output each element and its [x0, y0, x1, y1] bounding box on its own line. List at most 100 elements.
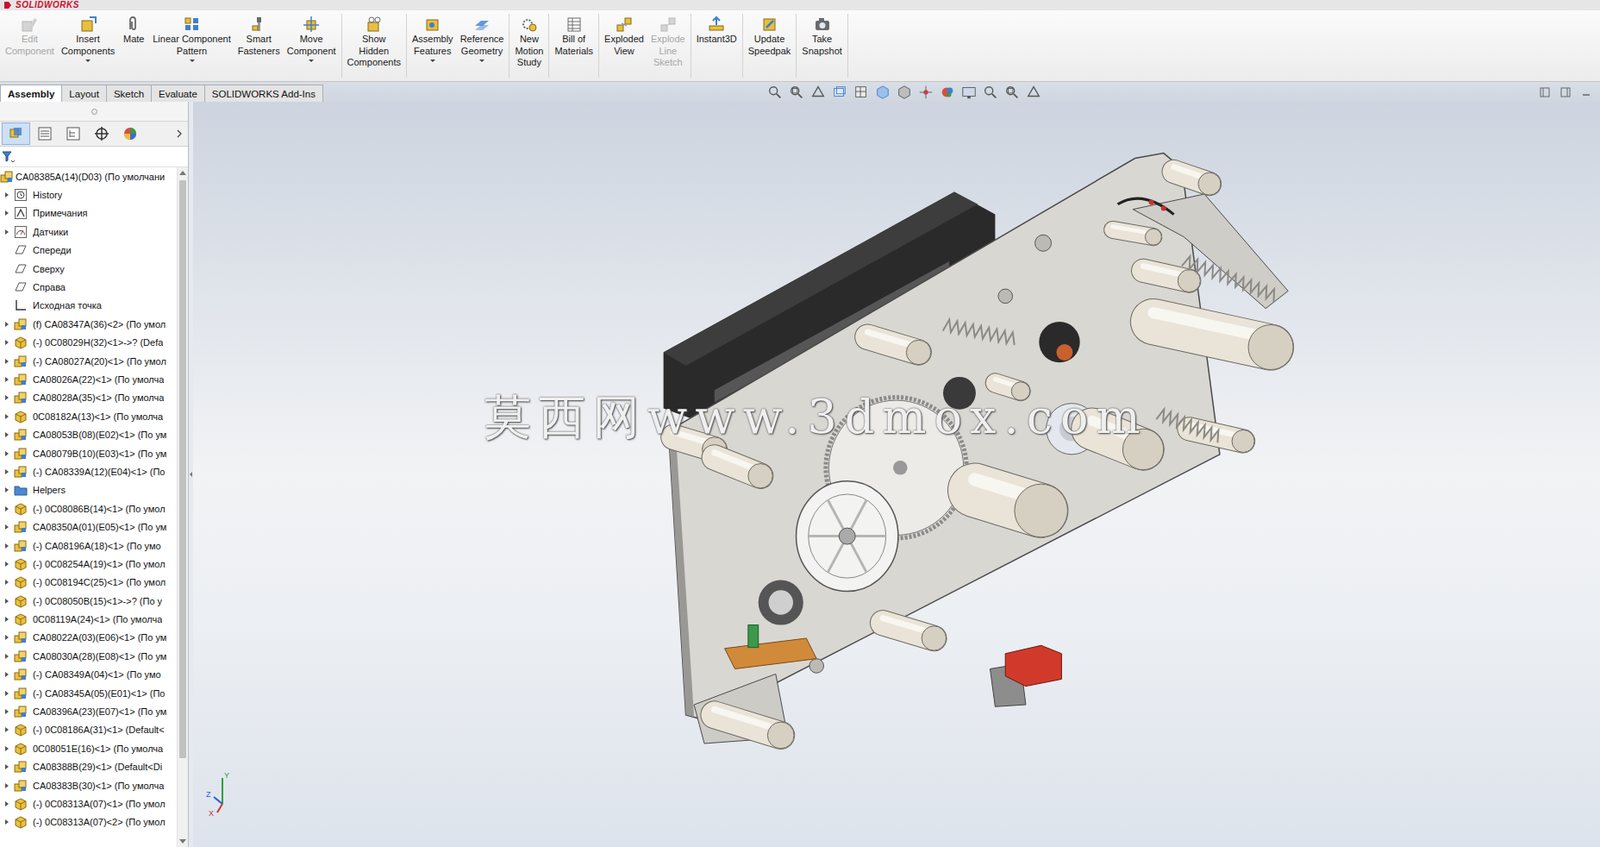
tree-item[interactable]: (-) 0C08254A(19)<1> (По умол [0, 554, 177, 573]
graphics-area[interactable]: 莫西网www.3dmox.comYZX [193, 101, 1600, 847]
command-tab[interactable]: Sketch [106, 84, 152, 102]
tree-item[interactable]: CA08053B(08)(E02)<1> (По ум [0, 425, 177, 444]
expand-caret[interactable] [2, 523, 11, 532]
command-button[interactable]: SmartFasteners [234, 13, 284, 57]
expand-caret[interactable] [2, 504, 11, 513]
expand-caret[interactable] [2, 431, 11, 439]
expand-caret[interactable] [2, 596, 11, 605]
view-tool-icon[interactable] [810, 84, 826, 100]
expand-caret[interactable] [2, 191, 11, 200]
command-button[interactable]: NewMotionStudy [511, 13, 547, 69]
expand-caret[interactable] [2, 319, 11, 328]
command-button[interactable]: Linear ComponentPattern [149, 13, 235, 63]
expand-caret[interactable] [2, 375, 11, 383]
tree-scrollbar[interactable] [176, 167, 188, 847]
more-tabs[interactable] [172, 129, 187, 138]
tree-root[interactable]: CA08385A(14)(D03) (По умолчани [0, 167, 177, 186]
command-button[interactable]: ExplodedView [600, 13, 648, 57]
expand-caret[interactable] [2, 818, 11, 826]
tree-item[interactable]: (-) 0C08313A(07)<1> (По умол [0, 793, 177, 813]
expand-caret[interactable] [2, 393, 11, 402]
tree-item[interactable]: (-) 0C08186A(31)<1> (Default< [0, 720, 177, 739]
expand-caret[interactable] [2, 781, 11, 789]
expand-caret[interactable] [2, 578, 11, 587]
tree-item[interactable]: 0C08119A(24)<1> (По умолча [0, 609, 177, 628]
command-tab[interactable]: Layout [61, 84, 107, 102]
panel-tab[interactable] [1, 122, 31, 145]
tree-filter[interactable] [0, 146, 188, 168]
collapse-arrow-icon[interactable] [189, 471, 193, 477]
expand-caret[interactable] [2, 615, 11, 624]
expand-caret[interactable] [2, 707, 11, 716]
expand-caret[interactable] [2, 633, 11, 642]
panel-tab[interactable] [115, 122, 144, 145]
tree-item[interactable]: (-) 0C08194C(25)<1> (По умол [0, 573, 177, 592]
expand-caret[interactable] [2, 651, 11, 660]
tree-item[interactable]: CA08079B(10)(E03)<1> (По ум [0, 443, 177, 463]
tree-item[interactable]: Исходная точка [0, 296, 177, 315]
view-tool-icon[interactable] [1004, 84, 1020, 100]
view-tool-icon[interactable] [1025, 84, 1042, 100]
tree-item[interactable]: Датчики [0, 222, 177, 241]
command-button[interactable]: Instant3D [693, 13, 741, 45]
view-tool-icon[interactable] [831, 84, 848, 100]
view-tool-icon[interactable] [896, 84, 913, 100]
expand-caret[interactable] [2, 209, 11, 218]
command-button[interactable]: InsertComponents [57, 13, 119, 63]
tree-item[interactable]: (-) 0C08313A(07)<2> (По умол [0, 812, 177, 832]
panel-handle[interactable] [0, 101, 188, 121]
dropdown-caret-icon[interactable] [430, 59, 436, 63]
dropdown-caret-icon[interactable] [479, 59, 485, 63]
expand-caret[interactable] [2, 486, 11, 494]
scroll-thumb[interactable] [179, 180, 187, 758]
assembly-model[interactable] [193, 101, 1600, 847]
scroll-up-icon[interactable] [179, 170, 187, 175]
tree-item[interactable]: Спереди [0, 241, 177, 260]
tree-item[interactable]: CA08026A(22)<1> (По умолча [0, 369, 177, 388]
tile-icon[interactable] [1560, 87, 1571, 98]
command-button[interactable]: MoveComponent [283, 13, 340, 63]
command-button[interactable]: Bill ofMaterials [550, 13, 597, 57]
panel-tab[interactable] [58, 122, 88, 145]
tree-item[interactable]: (-) 0C08029H(32)<1>->? (Defa [0, 333, 177, 352]
panel-tab[interactable] [87, 122, 116, 145]
command-button[interactable]: ReferenceGeometry [456, 13, 508, 63]
tree-item[interactable]: Примечания [0, 204, 177, 223]
expand-caret[interactable] [2, 338, 11, 347]
command-button[interactable]: AssemblyFeatures [408, 13, 457, 63]
expand-caret[interactable] [2, 670, 11, 679]
tree-item[interactable]: (f) CA08347A(36)<2> (По умол [0, 314, 177, 333]
tree-item[interactable]: Helpers [0, 481, 177, 500]
tree-item[interactable]: History [0, 185, 177, 204]
tree-item[interactable]: (-) CA08196A(18)<1> (По умо [0, 536, 177, 555]
command-button[interactable]: ExplodeLineSketch [647, 13, 689, 69]
tree-item[interactable]: CA08383B(30)<1> (По умолча [0, 775, 177, 794]
tree-item[interactable]: CA08350A(01)(E05)<1> (По ум [0, 517, 177, 536]
view-tool-icon[interactable] [853, 84, 869, 100]
dropdown-caret-icon[interactable] [189, 59, 195, 63]
command-button[interactable]: UpdateSpeedpak [744, 13, 795, 57]
expand-caret[interactable] [2, 688, 11, 697]
tree-item[interactable]: (-) 0C08086B(14)<1> (По умол [0, 499, 177, 518]
expand-caret[interactable] [2, 467, 11, 475]
expand-caret[interactable] [2, 743, 11, 752]
view-tool-icon[interactable] [875, 84, 891, 100]
expand-caret[interactable] [2, 227, 11, 236]
scroll-down-icon[interactable] [179, 838, 187, 844]
command-button[interactable]: Mate [118, 13, 150, 45]
tree-item[interactable]: (-) 0C08050B(15)<1>->? (По у [0, 591, 177, 610]
view-tool-icon[interactable] [767, 84, 783, 100]
expand-caret[interactable] [2, 799, 11, 807]
expand-caret[interactable] [2, 356, 11, 365]
expand-caret[interactable] [2, 541, 11, 550]
expand-caret[interactable] [2, 725, 11, 734]
view-tool-icon[interactable] [788, 84, 805, 100]
expand-caret[interactable] [2, 559, 11, 568]
command-button[interactable]: TakeSnapshot [798, 13, 845, 57]
command-button[interactable]: EditComponent [1, 13, 58, 57]
command-tab[interactable]: Assembly [0, 84, 63, 102]
minimize-icon[interactable] [1581, 87, 1592, 98]
tree-item[interactable]: (-) CA08027A(20)<1> (По умол [0, 351, 177, 370]
command-button[interactable]: ShowHiddenComponents [343, 13, 405, 69]
tree-item[interactable]: (-) CA08339A(12)(E04)<1> (По [0, 462, 177, 481]
